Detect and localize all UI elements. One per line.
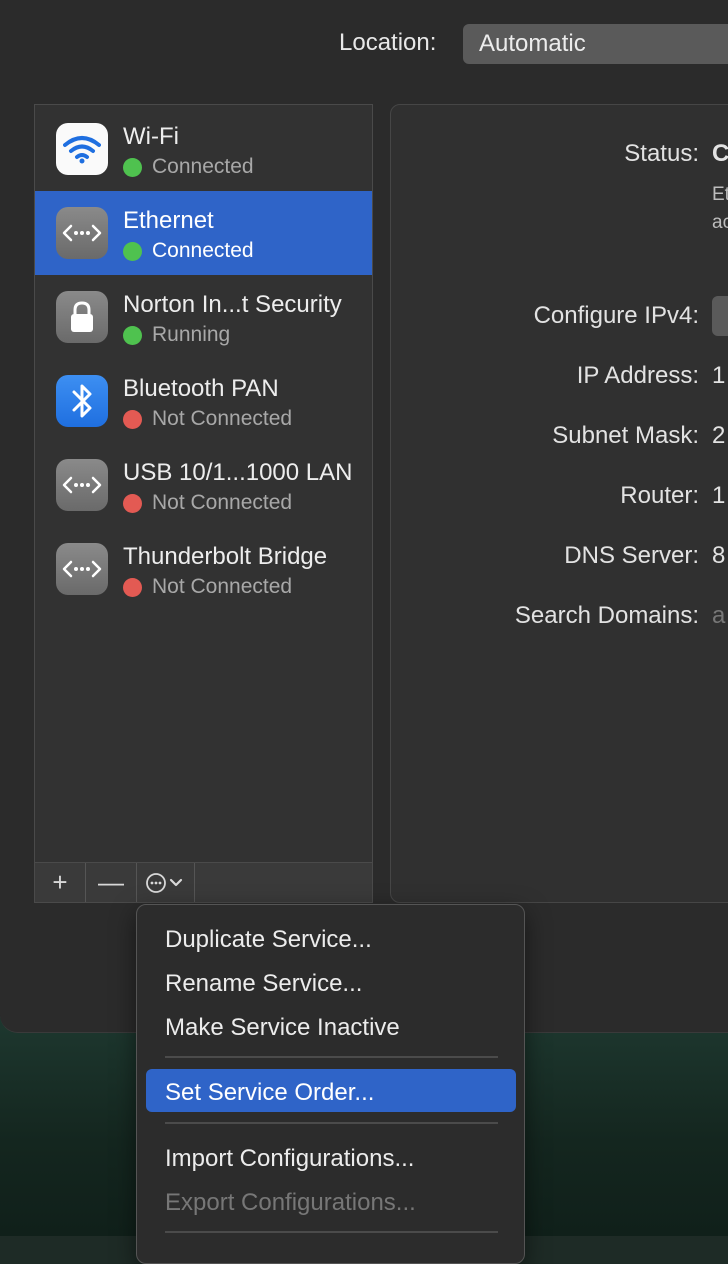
search-domains-label: Search Domains: <box>514 602 699 629</box>
network-preferences-window: Location: Automatic Wi-Fi Connected Ethe… <box>0 0 728 1033</box>
bluetooth-icon <box>56 375 108 427</box>
service-name: Bluetooth PAN <box>123 375 279 402</box>
status-description: Et <box>712 184 728 205</box>
add-service-button[interactable]: + <box>35 863 86 902</box>
router-value: 1 <box>712 482 726 509</box>
dns-server-label: DNS Server: <box>564 542 699 569</box>
status-description: ac <box>712 212 728 233</box>
service-item-usb-lan[interactable]: USB 10/1...1000 LAN Not Connected <box>35 443 372 527</box>
menu-item-make-service-inactive[interactable]: Make Service Inactive <box>165 1014 400 1042</box>
service-status: Connected <box>123 155 254 179</box>
action-dropdown-menu: Duplicate Service... Rename Service... M… <box>136 904 525 1264</box>
service-name: Thunderbolt Bridge <box>123 543 328 570</box>
service-item-thunderbolt[interactable]: Thunderbolt Bridge Not Connected <box>35 527 372 611</box>
menu-item-rename-service[interactable]: Rename Service... <box>165 970 362 998</box>
service-status: Not Connected <box>123 575 292 599</box>
service-status: Connected <box>123 239 254 263</box>
service-name: Norton In...t Security <box>123 291 342 318</box>
action-menu-button[interactable] <box>137 863 195 902</box>
subnet-mask-value: 2 <box>712 422 726 449</box>
service-item-bluetooth[interactable]: Bluetooth PAN Not Connected <box>35 359 372 443</box>
remove-service-button[interactable]: — <box>86 863 137 902</box>
dns-server-value: 8 <box>712 542 726 569</box>
service-list-toolbar: + — <box>34 862 373 903</box>
status-dot-green <box>123 157 142 177</box>
status-dot-green <box>123 325 142 345</box>
ip-address-label: IP Address: <box>576 362 699 389</box>
menu-item-set-service-order[interactable]: Set Service Order... <box>165 1079 374 1107</box>
service-name: Wi-Fi <box>123 123 179 150</box>
ethernet-icon <box>56 207 108 259</box>
ethernet-icon <box>56 459 108 511</box>
configure-ipv4-select[interactable] <box>712 296 728 336</box>
router-label: Router: <box>620 482 699 509</box>
service-list: Wi-Fi Connected Ethernet Connected Norto… <box>34 104 373 903</box>
search-domains-value: a <box>712 602 726 629</box>
service-status: Not Connected <box>123 407 292 431</box>
location-label: Location: <box>339 29 437 56</box>
menu-separator <box>165 1231 498 1233</box>
menu-separator <box>165 1056 498 1058</box>
status-dot-red <box>123 493 142 513</box>
configure-ipv4-label: Configure IPv4: <box>533 302 699 329</box>
status-dot-red <box>123 577 142 597</box>
service-name: USB 10/1...1000 LAN <box>123 459 353 486</box>
status-label: Status: <box>624 140 699 167</box>
status-dot-red <box>123 409 142 429</box>
menu-item-duplicate-service[interactable]: Duplicate Service... <box>165 926 372 954</box>
location-select[interactable]: Automatic <box>463 24 728 64</box>
more-options-icon <box>145 872 182 893</box>
service-status: Running <box>123 323 230 347</box>
subnet-mask-label: Subnet Mask: <box>552 422 699 449</box>
menu-separator <box>165 1122 498 1124</box>
menu-item-import-configurations[interactable]: Import Configurations... <box>165 1145 414 1173</box>
service-item-ethernet[interactable]: Ethernet Connected <box>35 191 372 275</box>
ethernet-icon <box>56 543 108 595</box>
service-status: Not Connected <box>123 491 292 515</box>
service-item-wifi[interactable]: Wi-Fi Connected <box>35 107 372 191</box>
ip-address-value: 1 <box>712 362 726 389</box>
status-dot-green <box>123 241 142 261</box>
service-name: Ethernet <box>123 207 214 234</box>
menu-item-export-configurations: Export Configurations... <box>165 1189 416 1216</box>
service-item-norton[interactable]: Norton In...t Security Running <box>35 275 372 359</box>
status-value: C <box>712 140 728 167</box>
wifi-icon <box>56 123 108 175</box>
lock-icon <box>56 291 108 343</box>
